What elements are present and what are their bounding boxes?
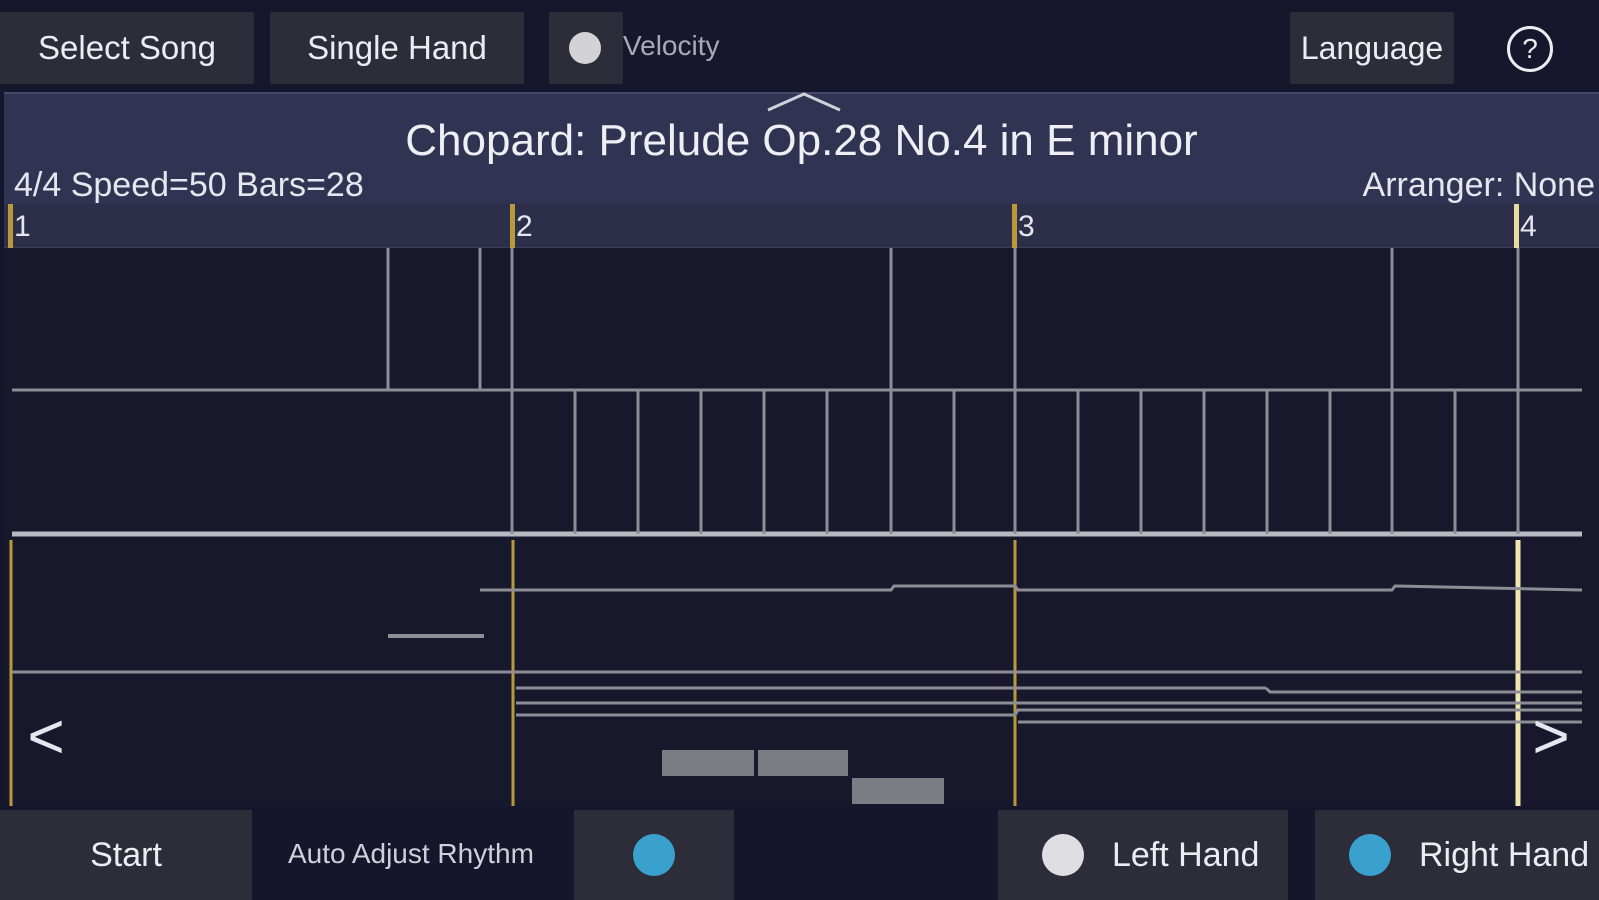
lower-staff <box>12 584 1583 724</box>
song-meta: 4/4 Speed=50 Bars=28 <box>14 166 364 204</box>
right-hand-toggle[interactable]: Right Hand <box>1315 810 1599 900</box>
bar-number: 3 <box>1018 210 1035 243</box>
velocity-label: Velocity <box>623 30 720 61</box>
right-hand-toggle-indicator <box>1349 834 1391 876</box>
select-song-button[interactable]: Select Song <box>0 12 254 84</box>
song-header: Chopard: Prelude Op.28 No.4 in E minor 4… <box>4 92 1599 204</box>
song-arranger: Arranger: None <box>1362 166 1595 204</box>
piano-roll[interactable]: < > <box>4 248 1599 806</box>
velocity-toggle-indicator <box>569 32 601 64</box>
piano-practice-app: Select Song Single Hand Velocity Languag… <box>0 0 1599 900</box>
staff-line <box>1264 686 1582 694</box>
bar-ruler[interactable]: 1 2 3 4 <box>4 204 1599 248</box>
auto-adjust-rhythm-label: Auto Adjust Rhythm <box>288 838 534 869</box>
previous-page-arrow[interactable]: < <box>14 704 78 772</box>
bar-number: 4 <box>1520 210 1537 243</box>
bar-number: 2 <box>516 210 533 243</box>
help-icon[interactable]: ? <box>1507 26 1553 72</box>
right-hand-label: Right Hand <box>1419 836 1590 874</box>
auto-adjust-toggle-indicator <box>633 834 675 876</box>
left-hand-toggle[interactable]: Left Hand <box>998 810 1288 900</box>
upper-staff <box>12 248 1582 537</box>
single-hand-button[interactable]: Single Hand <box>270 12 524 84</box>
language-button[interactable]: Language <box>1290 12 1454 84</box>
note-blocks <box>662 750 944 804</box>
next-page-arrow[interactable]: > <box>1519 704 1583 772</box>
velocity-toggle[interactable] <box>549 12 623 84</box>
staff-line <box>480 584 1583 592</box>
start-button[interactable]: Start <box>0 810 252 900</box>
piano-roll-canvas <box>9 248 1583 806</box>
note-block <box>852 778 944 804</box>
left-hand-toggle-indicator <box>1042 834 1084 876</box>
note-block <box>662 750 754 776</box>
bottom-toolbar: Start Auto Adjust Rhythm Left Hand Right… <box>0 806 1599 900</box>
collapse-caret-icon[interactable] <box>764 90 844 114</box>
left-hand-label: Left Hand <box>1112 836 1260 874</box>
note-block <box>758 750 848 776</box>
staff-line <box>516 708 1582 717</box>
song-title: Chopard: Prelude Op.28 No.4 in E minor <box>405 116 1198 165</box>
top-toolbar: Select Song Single Hand Velocity Languag… <box>0 0 1599 92</box>
auto-adjust-rhythm-toggle[interactable] <box>574 810 734 900</box>
bar-number: 1 <box>14 210 31 243</box>
